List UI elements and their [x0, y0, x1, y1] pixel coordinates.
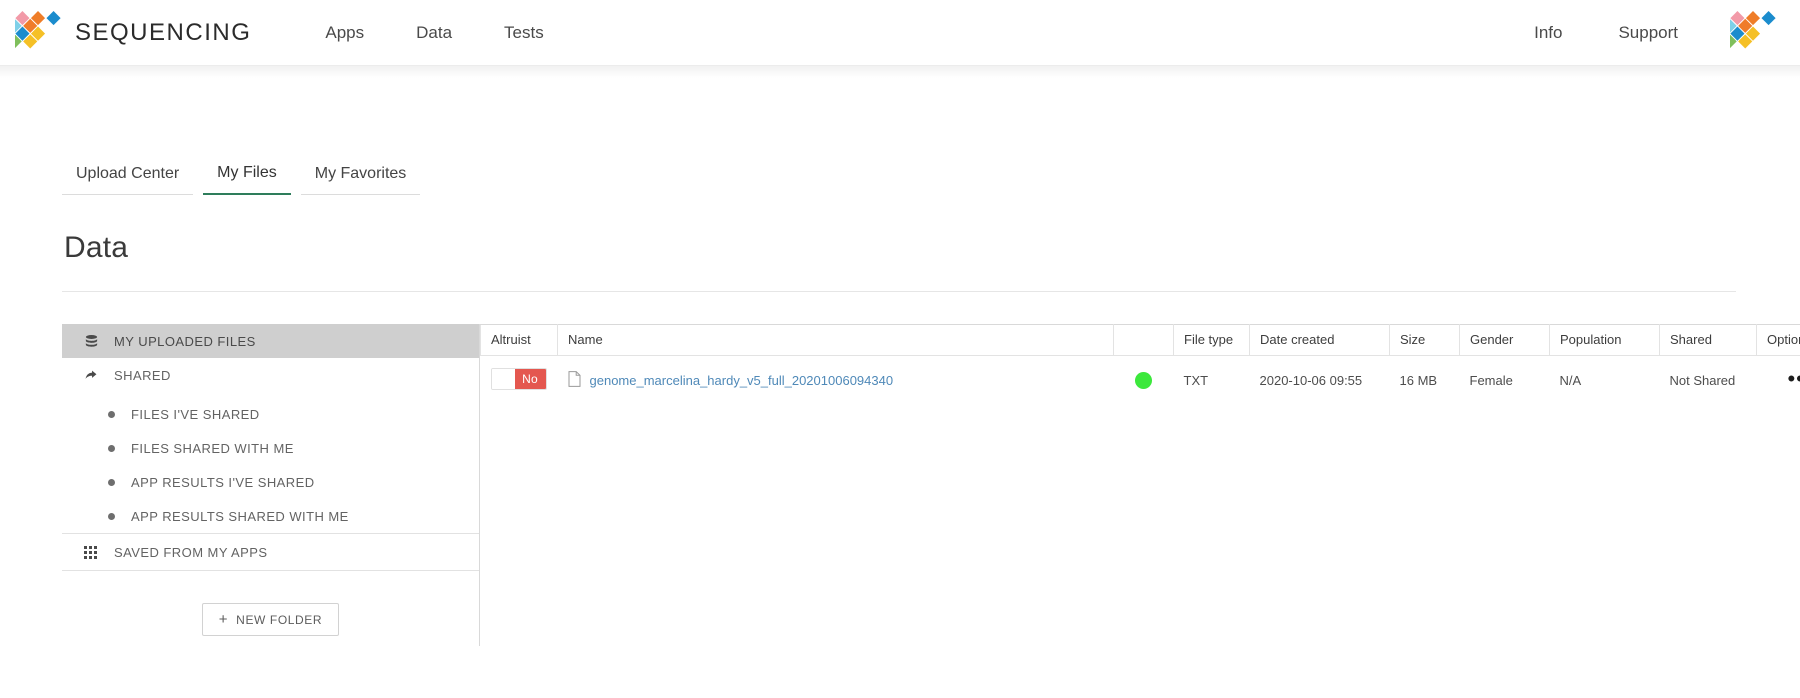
primary-nav: Apps Data Tests [299, 23, 569, 43]
bullet-dot-icon [108, 444, 115, 452]
altruist-toggle[interactable]: No [490, 368, 547, 390]
main-split: MY UPLOADED FILES SHARED FILES I'VE SHAR… [62, 324, 1800, 646]
sidebar-item-label: FILES I'VE SHARED [131, 406, 260, 422]
sidebar-item-files-ive-shared[interactable]: FILES I'VE SHARED [62, 397, 479, 431]
nav-item-tests[interactable]: Tests [478, 23, 570, 43]
bullet-dot-icon [108, 478, 115, 486]
toggle-knob [491, 369, 515, 389]
header-shadow [0, 66, 1800, 78]
tab-upload-center[interactable]: Upload Center [62, 165, 194, 195]
share-arrow-icon [84, 367, 104, 383]
cell-size: 16 MB [1399, 372, 1438, 388]
cell-options: ••• [1757, 356, 1800, 405]
file-name-link[interactable]: genome_marcelina_hardy_v5_full_202010060… [590, 373, 894, 388]
column-header-gender[interactable]: Gender [1459, 324, 1550, 356]
table-head: Altruist Name File type Date created Siz… [480, 324, 1800, 356]
folder-sidebar: MY UPLOADED FILES SHARED FILES I'VE SHAR… [62, 324, 480, 646]
cell-date-created: 2020-10-06 09:55 [1259, 372, 1363, 388]
sidebar-item-saved-from-my-apps[interactable]: SAVED FROM MY APPS [62, 533, 479, 571]
cell-shared: Not Shared [1669, 372, 1736, 388]
bullet-dot-icon [108, 512, 115, 520]
file-table: Altruist Name File type Date created Siz… [480, 324, 1800, 404]
bullet-dot-icon [108, 410, 115, 418]
sidebar-item-label: APP RESULTS I'VE SHARED [131, 474, 315, 490]
sidebar-item-label: FILES SHARED WITH ME [131, 440, 294, 456]
file-table-container: Altruist Name File type Date created Siz… [480, 324, 1800, 646]
column-header-date-created[interactable]: Date created [1249, 324, 1390, 356]
nav-item-support[interactable]: Support [1590, 23, 1706, 43]
sidebar-item-label: SHARED [114, 367, 171, 383]
ellipsis-icon[interactable]: ••• [1787, 367, 1800, 389]
table-body: No genome_marcelina_hardy_v5_full_202010… [481, 356, 1800, 405]
sidebar-item-my-uploaded-files[interactable]: MY UPLOADED FILES [62, 324, 479, 358]
tab-my-favorites[interactable]: My Favorites [300, 165, 421, 195]
file-icon [568, 370, 581, 390]
sidebar-item-label: SAVED FROM MY APPS [114, 544, 268, 560]
altruist-toggle-label: No [514, 369, 546, 389]
nav-item-info[interactable]: Info [1506, 23, 1590, 43]
page-title: Data [64, 231, 129, 264]
column-header-status [1113, 324, 1174, 356]
sidebar-item-label: APP RESULTS SHARED WITH ME [131, 508, 349, 524]
sidebar-item-app-results-shared-with-me[interactable]: APP RESULTS SHARED WITH ME [62, 499, 479, 533]
table-row: No genome_marcelina_hardy_v5_full_202010… [481, 356, 1800, 405]
brand[interactable]: SEQUENCING [15, 7, 251, 59]
cell-file-type: TXT [1183, 372, 1209, 388]
column-header-options: Options [1756, 324, 1800, 356]
cell-gender: Female [1469, 372, 1513, 388]
sequencing-diamond-logo-icon-right[interactable] [1730, 7, 1776, 59]
tab-bar: Upload Center My Files My Favorites [62, 164, 1800, 195]
nav-item-data[interactable]: Data [390, 23, 478, 43]
sidebar-item-files-shared-with-me[interactable]: FILES SHARED WITH ME [62, 431, 479, 465]
grid-apps-icon [84, 544, 104, 560]
top-navigation-bar: SEQUENCING Apps Data Tests Info Support [0, 0, 1800, 66]
brand-name: SEQUENCING [75, 18, 252, 46]
nav-item-apps[interactable]: Apps [299, 23, 390, 43]
new-folder-button[interactable]: + NEW FOLDER [201, 603, 340, 636]
title-divider [62, 291, 1736, 292]
sidebar-item-shared[interactable]: SHARED [62, 358, 479, 392]
sequencing-diamond-logo-icon [15, 7, 61, 59]
column-header-population[interactable]: Population [1549, 324, 1660, 356]
column-header-shared[interactable]: Shared [1659, 324, 1757, 356]
new-folder-label: NEW FOLDER [236, 612, 323, 627]
cell-population: N/A [1559, 372, 1582, 388]
column-header-altruist[interactable]: Altruist [480, 324, 558, 356]
table-header-row: Altruist Name File type Date created Siz… [480, 324, 1800, 356]
cell-status [1114, 356, 1174, 405]
cell-altruist: No [481, 356, 558, 405]
new-folder-container: + NEW FOLDER [62, 603, 479, 636]
cell-name: genome_marcelina_hardy_v5_full_202010060… [558, 356, 1114, 405]
column-header-size[interactable]: Size [1389, 324, 1460, 356]
sidebar-item-app-results-ive-shared[interactable]: APP RESULTS I'VE SHARED [62, 465, 479, 499]
plus-icon: + [218, 611, 229, 628]
secondary-nav: Info Support [1506, 7, 1780, 59]
sidebar-item-label: MY UPLOADED FILES [114, 333, 256, 349]
tab-my-files[interactable]: My Files [203, 164, 291, 195]
page-content: Upload Center My Files My Favorites Data… [0, 164, 1800, 646]
column-header-name[interactable]: Name [557, 324, 1114, 356]
green-status-dot-icon [1135, 371, 1152, 389]
column-header-file-type[interactable]: File type [1173, 324, 1250, 356]
database-icon [84, 333, 104, 349]
